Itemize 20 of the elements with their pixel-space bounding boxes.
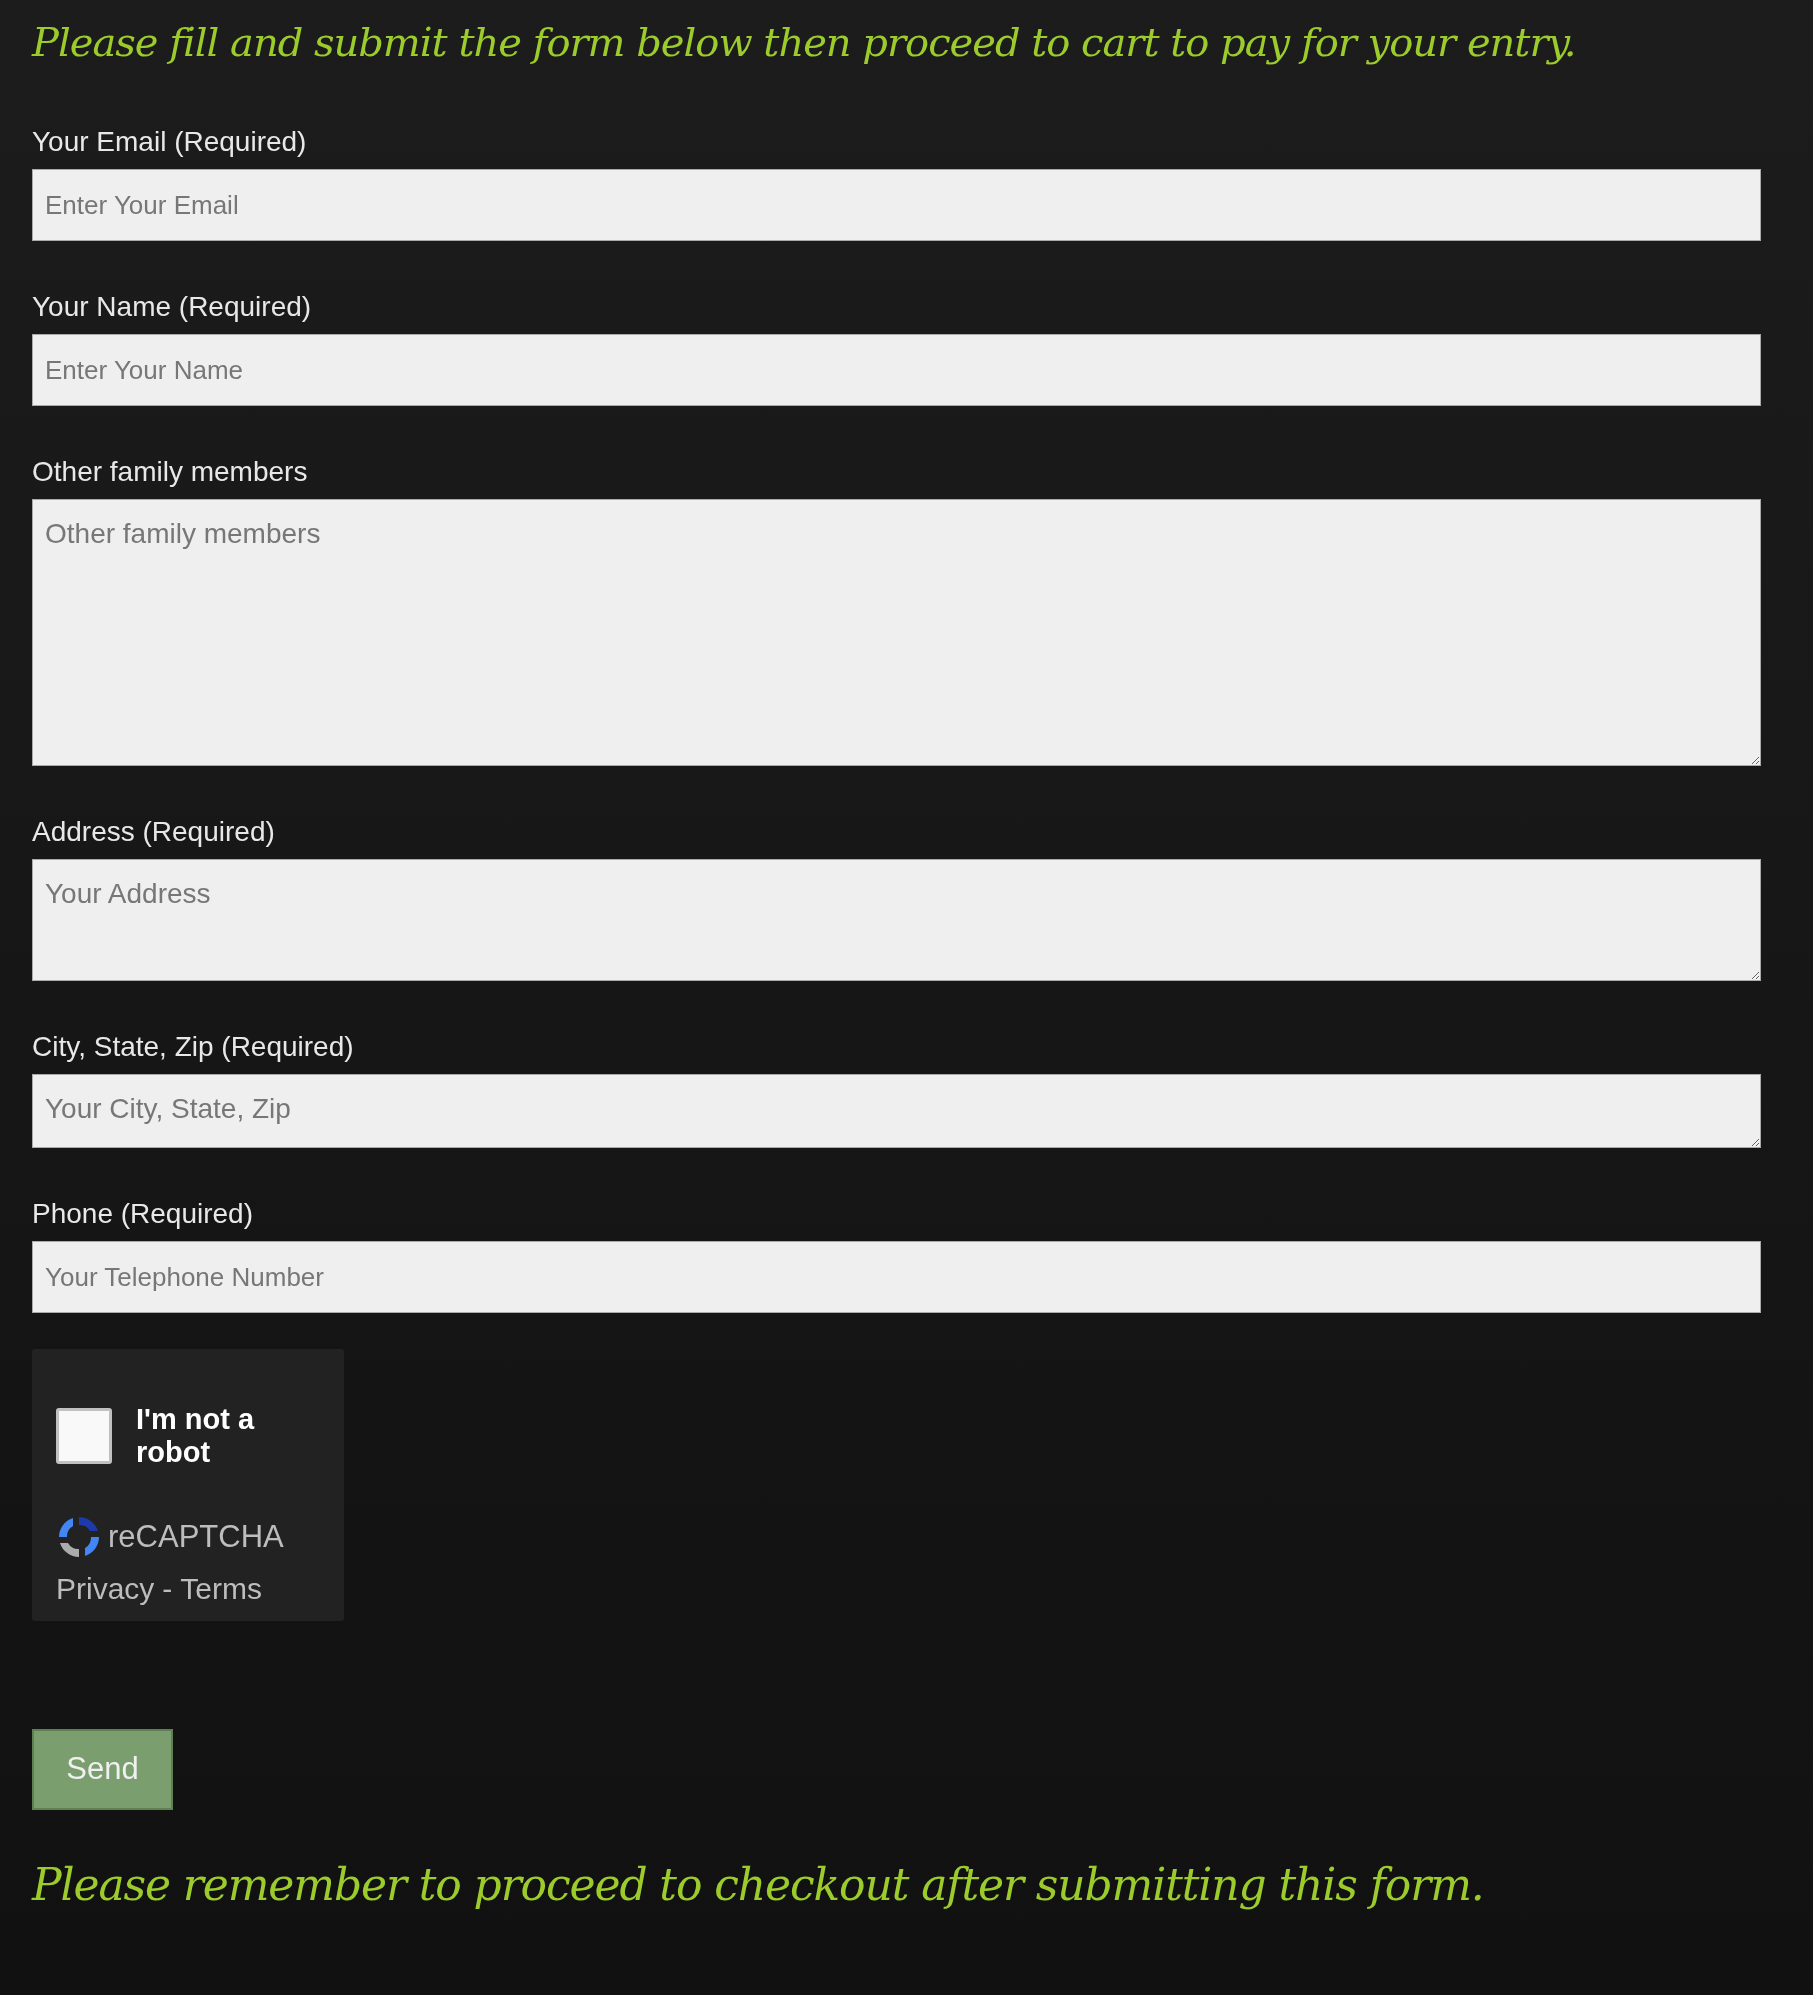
- link-separator: -: [162, 1571, 173, 1608]
- input-field[interactable]: Enter Your Email: [32, 169, 1761, 241]
- captcha-brand: reCAPTCHA: [108, 1517, 284, 1556]
- field-label: City, State, Zip (Required): [32, 1030, 354, 1064]
- field-label: Your Email (Required): [32, 125, 307, 159]
- field-label: Phone (Required): [32, 1197, 254, 1231]
- form-heading: Please fill and submit the form below then proceed to cart to pay for your entry.: [32, 18, 1577, 66]
- captcha-link[interactable]: Terms: [180, 1566, 263, 1612]
- field-label: Address (Required): [32, 815, 275, 849]
- text-area[interactable]: Your Address: [32, 859, 1761, 981]
- text-area[interactable]: Other family members: [32, 499, 1761, 766]
- captcha-label: I'm not a robot: [136, 1403, 256, 1470]
- input-field[interactable]: Enter Your Name: [32, 334, 1761, 406]
- field-label: Your Name (Required): [32, 290, 312, 324]
- field-label: Other family members: [32, 455, 308, 489]
- captcha-checkbox[interactable]: [56, 1408, 112, 1465]
- captcha-link[interactable]: Privacy: [56, 1566, 155, 1612]
- input-field[interactable]: Your Telephone Number: [32, 1241, 1761, 1313]
- text-area[interactable]: Your City, State, Zip: [32, 1074, 1761, 1148]
- checkout-reminder: Please remember to proceed to checkout after submitting this form.: [32, 1858, 1485, 1912]
